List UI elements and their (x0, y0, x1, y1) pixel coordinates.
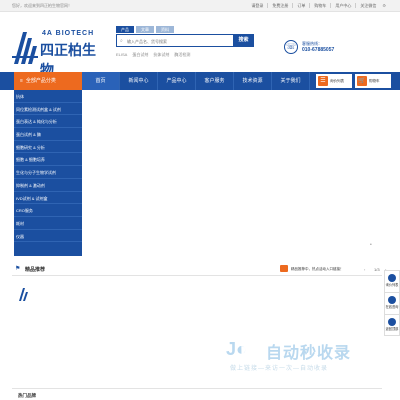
hot-keyword[interactable]: 抗体试剂 (153, 52, 169, 58)
orders-link[interactable]: 订单 (292, 3, 309, 8)
nav-items: 首页 新闻中心 产品中心 客户服务 技术资源 关于我们 (82, 72, 310, 90)
float-label: 询价列表 (385, 283, 399, 287)
search-tab-article[interactable]: 文章 (136, 26, 154, 33)
hot-keyword[interactable]: ELISA (116, 52, 127, 58)
cart-label: 购物车 (369, 79, 380, 83)
search-tabs: 产品 文章 资料 (116, 26, 174, 33)
category-item[interactable]: 蛋白表达 & 纯化与分析 (14, 115, 82, 129)
category-label: 同位素检测试剂盒 & 试剂 (16, 106, 61, 112)
flag-icon: ⚑ (15, 266, 21, 272)
brands-title: 热门品牌 (18, 393, 36, 398)
hot-keyword[interactable]: 酶活检测 (174, 52, 190, 58)
brands-section: 热门品牌 (12, 388, 382, 400)
category-item[interactable]: 细胞 & 细胞培养 (14, 153, 82, 167)
category-item[interactable]: IVD试剂 & 试剂盒 (14, 192, 82, 205)
hot-keyword[interactable]: 蛋白试剂 (132, 52, 148, 58)
float-top-button[interactable]: 返回顶部 (384, 314, 400, 336)
brand-arrow-icon (19, 288, 28, 301)
inquiry-label: 询价列表 (330, 79, 344, 83)
category-label: 抗体 (16, 94, 24, 99)
category-label: 生化与分子生物学试剂 (16, 170, 56, 176)
nav-news[interactable]: 新闻中心 (120, 72, 158, 90)
search-tab-product[interactable]: 产品 (116, 26, 134, 33)
category-label: 蛋白表达 & 纯化与分析 (16, 119, 57, 125)
watermark: J◐ 自动秒收录 做上链接—来访一次—自动收录 (226, 337, 386, 377)
cart-icon: 🛒 (357, 76, 367, 86)
settings-icon[interactable]: ⚙ (380, 3, 390, 8)
recommend-header: ⚑ 精品推荐 精品推荐中，热点活动入口链接！ ‹ 1/3 › (12, 262, 386, 276)
nav-resources[interactable]: 技术资源 (234, 72, 272, 90)
category-label: 耗材 (16, 220, 24, 226)
search-input[interactable] (127, 37, 232, 45)
header: 4A BIOTECH 四正柏生物 产品 文章 资料 ⌕ 搜索 ELISA 蛋白试… (0, 12, 400, 78)
category-item[interactable]: 细胞研究 & 分析 (14, 141, 82, 154)
category-item[interactable]: 仪器 (14, 230, 82, 243)
logo-mark-icon (12, 32, 38, 64)
hot-keywords: ELISA 蛋白试剂 抗体试剂 酶活检测 (116, 52, 190, 58)
cart-button[interactable]: 🛒 购物车 (355, 74, 391, 88)
banner-area[interactable]: • (82, 90, 382, 256)
cart-link[interactable]: 购物车 (309, 3, 330, 8)
float-inquiry-button[interactable]: 询价列表 (384, 270, 400, 292)
wechat-link[interactable]: 关注微信 (355, 3, 380, 8)
float-chat-button[interactable]: 在线咨询 (384, 292, 400, 314)
category-item[interactable]: 耗材 (14, 217, 82, 230)
category-label: CRO服务 (16, 208, 33, 214)
category-item[interactable]: 生化与分子生物学试剂 (14, 166, 82, 179)
site-logo[interactable]: 4A BIOTECH 四正柏生物 (12, 30, 102, 78)
main-nav: ≡ 全部产品分类 首页 新闻中心 产品中心 客户服务 技术资源 关于我们 ☰ 询价… (0, 72, 400, 90)
inquiry-icon (388, 274, 396, 282)
carousel-dot-icon[interactable]: • (370, 242, 372, 248)
inquiry-list-button[interactable]: ☰ 询价列表 (316, 74, 352, 88)
category-item[interactable]: 抑制剂 & 激动剂 (14, 179, 82, 192)
notice-icon (280, 265, 288, 272)
recommend-notice[interactable]: 精品推荐中，热点活动入口链接！ (291, 267, 344, 272)
category-label: 蛋白试剂 & 酶 (16, 132, 41, 138)
floating-panel: 询价列表 在线咨询 返回顶部 (384, 270, 400, 336)
welcome-text: 您好，欢迎来到四正柏生物官网！ (12, 3, 72, 8)
category-label: 抑制剂 & 激动剂 (16, 182, 45, 188)
category-item[interactable]: 蛋白试剂 & 酶 (14, 128, 82, 141)
hotline-number: 010-67885057 (302, 47, 335, 53)
inquiry-icon: ☰ (318, 76, 328, 86)
pager-text: 1/3 (374, 267, 380, 272)
chat-icon (388, 296, 396, 304)
category-item[interactable]: 同位素检测试剂盒 & 试剂 (14, 103, 82, 116)
category-label: 仪器 (16, 233, 24, 239)
prev-page-icon[interactable]: ‹ (364, 267, 365, 272)
arrow-up-icon (388, 318, 396, 326)
watermark-logo-icon: J◐ (226, 339, 247, 359)
all-categories-button[interactable]: ≡ 全部产品分类 (14, 72, 82, 90)
all-categories-label: 全部产品分类 (25, 78, 56, 84)
nav-about[interactable]: 关于我们 (272, 72, 310, 90)
nav-service[interactable]: 客户服务 (196, 72, 234, 90)
top-bar: 您好，欢迎来到四正柏生物官网！ 请登录 免费注册 订单 购物车 用户中心 关注微… (0, 0, 400, 12)
search-tab-docs[interactable]: 资料 (156, 26, 174, 33)
category-item[interactable]: 抗体 (14, 90, 82, 103)
category-label: 细胞研究 & 分析 (16, 144, 45, 150)
category-list: 抗体 同位素检测试剂盒 & 试剂 蛋白表达 & 纯化与分析 蛋白试剂 & 酶 细… (14, 90, 82, 256)
phone-icon: ☏ (284, 40, 298, 54)
menu-icon: ≡ (20, 78, 23, 84)
top-links: 请登录 免费注册 订单 购物车 用户中心 关注微信 ⚙ (247, 3, 390, 8)
nav-products[interactable]: 产品中心 (158, 72, 196, 90)
watermark-slogan: 做上链接—来访一次—自动收录 (230, 366, 329, 372)
register-link[interactable]: 免费注册 (267, 3, 292, 8)
recommend-title: 精品推荐 (25, 267, 46, 273)
nav-home[interactable]: 首页 (82, 72, 120, 90)
watermark-brand: 自动秒收录 (266, 345, 352, 362)
category-label: 细胞 & 细胞培养 (16, 157, 45, 163)
search-icon: ⌕ (120, 38, 123, 44)
category-label: IVD试剂 & 试剂盒 (16, 195, 48, 201)
category-item[interactable]: CRO服务 (14, 204, 82, 217)
float-label: 返回顶部 (385, 327, 399, 331)
float-label: 在线咨询 (385, 305, 399, 309)
logo-text-en: 4A BIOTECH (42, 30, 95, 37)
login-link[interactable]: 请登录 (247, 3, 267, 8)
user-center-link[interactable]: 用户中心 (330, 3, 355, 8)
search-button[interactable]: 搜索 (233, 34, 254, 47)
hotline: ☏ 客服热线： 010-67885057 (284, 38, 374, 58)
